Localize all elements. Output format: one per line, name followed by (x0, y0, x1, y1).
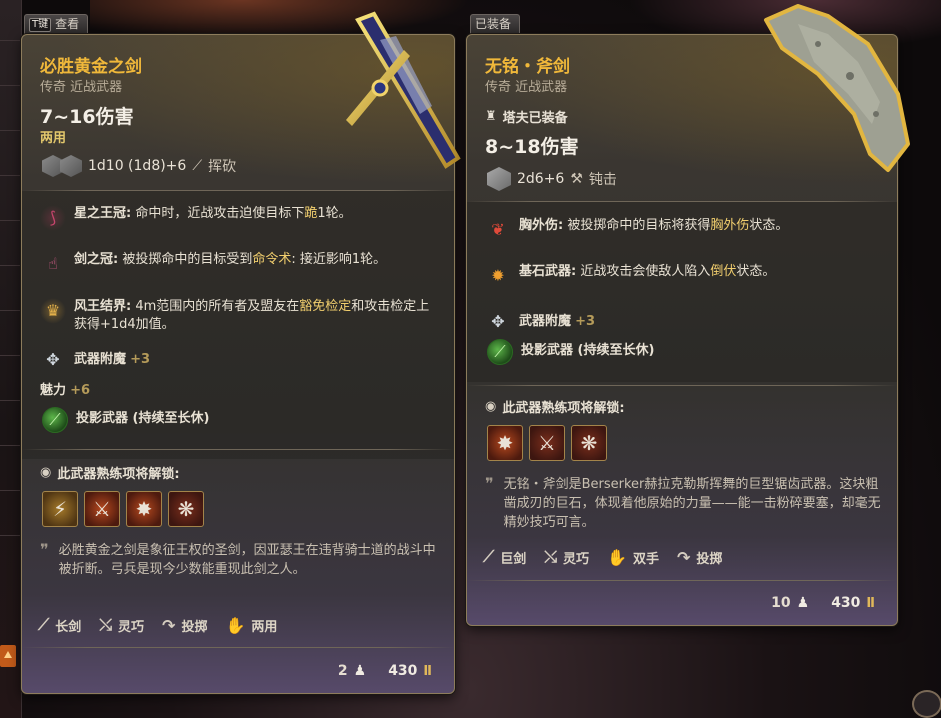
property-longsword[interactable]: ⟋ 长剑 (38, 615, 81, 635)
blood-drops-icon: ❦ (491, 220, 505, 239)
dice-icon (60, 155, 82, 177)
hand-icon: ☝ (48, 254, 58, 273)
weapon-properties: ⟋ 长剑 ⤯ 灵巧 ↷ 投掷 ✋ 两用 (38, 615, 277, 635)
weight-price-footer: 2 ♟ 430 Ⅱ (338, 663, 432, 679)
proficiency-unlock-title: ◉ 此武器熟练项将解锁: (40, 465, 180, 482)
scroll-up-button[interactable] (0, 645, 16, 667)
equipped-by-row: ♜ 塔夫已装备 (485, 109, 568, 126)
projected-weapon-row: ⟋ 投影武器 (持续至长休) (487, 339, 654, 365)
item-rarity: 传奇 近战武器 (485, 80, 568, 95)
property-thrown[interactable]: ↷ 投掷 (677, 547, 722, 567)
burst-icon: ✹ (491, 266, 505, 285)
property-two-handed[interactable]: ✋ 双手 (607, 547, 659, 567)
property-finesse[interactable]: ⤯ 灵巧 (544, 547, 589, 567)
feature-wind-barrier: ♛ 风王结界: 4m范围内的所有者及盟友在豁免检定和攻击检定上获得+1d4加值。 (40, 298, 440, 334)
thrown-icon: ↷ (162, 615, 176, 635)
corner-menu-button[interactable] (912, 690, 941, 718)
projection-icon: ⟋ (42, 407, 68, 433)
mastery-action-icon[interactable]: ✸ (126, 491, 162, 527)
weight-icon: ♟ (353, 663, 367, 679)
property-thrown[interactable]: ↷ 投掷 (162, 615, 207, 635)
versatile-icon: ✋ (225, 615, 246, 635)
mastery-action-icon[interactable]: ✸ (487, 425, 523, 461)
projected-weapon-row: ⟋ 投影武器 (持续至长休) (42, 407, 209, 433)
slash-icon: ⟋ (192, 158, 203, 174)
hammer-icon: ⚒ (570, 171, 583, 187)
lore-text: ❞ 无铭・斧剑是Berserker赫拉克勒斯挥舞的巨型锯齿武器。这块粗凿成刃的巨… (485, 474, 881, 531)
price-value: 430 (831, 595, 861, 611)
hands-label: 两用 (40, 131, 67, 146)
weight-value: 10 (771, 595, 791, 611)
mastery-action-icon[interactable]: ⚡ (42, 491, 78, 527)
lore-text: ❞ 必胜黄金之剑是象征王权的圣剑，因亚瑟王在违背骑士道的战斗中被折断。弓兵是现今… (40, 540, 436, 578)
weight-price-footer: 10 ♟ 430 Ⅱ (771, 595, 875, 611)
finesse-icon: ⤯ (99, 615, 113, 634)
mastery-actions: ✸ ⚔ ❋ (487, 425, 607, 461)
price-value: 430 (388, 663, 418, 679)
property-greatsword[interactable]: ⟋ 巨剑 (483, 547, 526, 567)
weight-value: 2 (337, 663, 348, 679)
crown-icon: ♛ (40, 298, 66, 324)
mastery-actions: ⚡ ⚔ ✸ ❋ (42, 491, 204, 527)
mastery-action-icon[interactable]: ❋ (571, 425, 607, 461)
feature-sword-crown: ☝ 剑之冠: 被投掷命中的目标受到命令术: 接近影响1轮。 (40, 251, 440, 277)
feature-star-crown: ⟆ 星之王冠: 命中时，近战攻击迫使目标下跪1轮。 (40, 205, 440, 231)
weapon-enchant-row: ✥ 武器附魔 +3 (485, 309, 595, 335)
weapon-enchant-row: ✥ 武器附魔 +3 (40, 347, 150, 373)
property-versatile[interactable]: ✋ 两用 (225, 615, 277, 635)
enchant-icon: ✥ (491, 312, 505, 331)
dice-formula: 1d10 (1d8)+6 (88, 158, 187, 174)
damage-range: 7~16伤害 (40, 106, 134, 128)
lightbulb-icon: ◉ (40, 465, 52, 480)
background-side-panel (0, 0, 22, 718)
mastery-action-icon[interactable]: ⚔ (529, 425, 565, 461)
longsword-icon: ⟋ (38, 615, 50, 634)
item-tooltip-golden-sword: 必胜黄金之剑 传奇 近战武器 7~16伤害 两用 1d10 (1d8)+6 ⟋ … (21, 34, 455, 694)
thrown-icon: ↷ (676, 547, 691, 567)
gold-coin-icon: Ⅱ (866, 595, 875, 611)
character-icon: ♜ (485, 109, 497, 124)
feature-cornerstone: ✹ 基石武器: 近战攻击会使敌人陷入倒伏状态。 (485, 263, 885, 289)
weapon-properties: ⟋ 巨剑 ⤯ 灵巧 ✋ 双手 ↷ 投掷 (483, 547, 722, 567)
dice-formula: 2d6+6 (517, 171, 565, 187)
two-handed-icon: ✋ (607, 547, 627, 567)
damage-dice-row: 2d6+6 ⚒ 钝击 (487, 167, 617, 191)
enchant-icon: ✥ (46, 350, 60, 369)
inspect-tab-label: 查看 (55, 17, 80, 31)
claw-icon: ⟆ (40, 205, 66, 231)
attack-type: 钝击 (588, 172, 617, 188)
item-title: 无铭・斧剑 (485, 57, 570, 77)
proficiency-unlock-title: ◉ 此武器熟练项将解锁: (485, 399, 625, 416)
item-title: 必胜黄金之剑 (40, 57, 142, 77)
projection-icon: ⟋ (487, 339, 513, 365)
feature-chest-trauma: ❦ 胸外伤: 被投掷命中的目标将获得胸外伤状态。 (485, 217, 885, 243)
attack-type: 挥砍 (208, 159, 237, 175)
equipped-tab[interactable]: 已装备 (470, 14, 521, 34)
lightbulb-icon: ◉ (485, 399, 497, 414)
quote-icon: ❞ (40, 540, 49, 559)
charisma-row: 魅力 +6 (40, 383, 91, 398)
mastery-action-icon[interactable]: ❋ (168, 491, 204, 527)
finesse-icon: ⤯ (544, 547, 558, 566)
property-finesse[interactable]: ⤯ 灵巧 (99, 615, 144, 635)
item-rarity: 传奇 近战武器 (40, 80, 123, 95)
dice-icon (487, 167, 511, 191)
hotkey-badge: T键 (29, 17, 52, 32)
mastery-action-icon[interactable]: ⚔ (84, 491, 120, 527)
quote-icon: ❞ (485, 474, 494, 493)
equipped-tab-label: 已装备 (475, 17, 512, 31)
item-tooltip-axe-sword: 无铭・斧剑 传奇 近战武器 ♜ 塔夫已装备 8~18伤害 2d6+6 ⚒ 钝击 … (466, 34, 898, 626)
weight-icon: ♟ (796, 595, 810, 611)
greatsword-icon: ⟋ (483, 547, 495, 566)
damage-range: 8~18伤害 (485, 136, 579, 158)
gold-coin-icon: Ⅱ (423, 663, 432, 679)
damage-dice-row: 1d10 (1d8)+6 ⟋ 挥砍 (42, 155, 236, 177)
inspect-tab[interactable]: T键 查看 (24, 14, 89, 34)
